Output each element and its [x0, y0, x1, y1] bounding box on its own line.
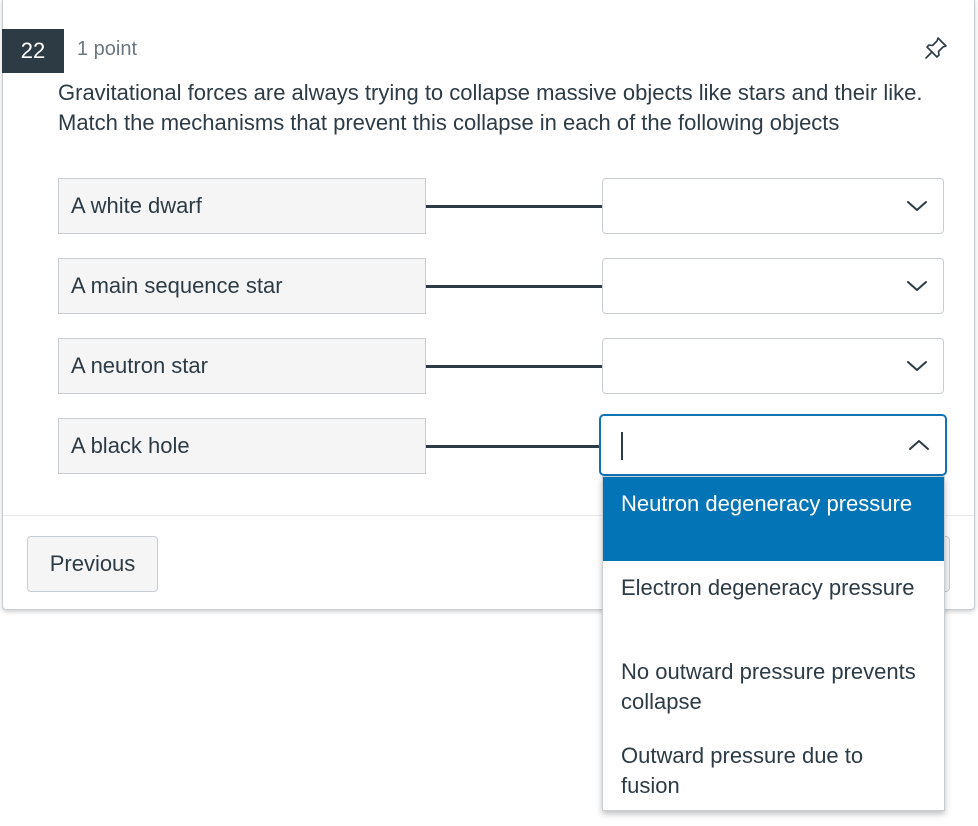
previous-button[interactable]: Previous — [27, 536, 158, 592]
match-select-main-sequence-star[interactable] — [602, 258, 944, 314]
match-connector — [426, 205, 602, 208]
match-select-white-dwarf[interactable] — [602, 178, 944, 234]
match-select-black-hole[interactable] — [599, 414, 947, 476]
match-connector — [426, 285, 602, 288]
dropdown-option-electron-degeneracy[interactable]: Electron degeneracy pressure — [603, 561, 944, 645]
match-term-main-sequence-star: A main sequence star — [58, 258, 426, 314]
pin-icon[interactable] — [922, 34, 950, 62]
dropdown-menu: Neutron degeneracy pressure Electron deg… — [602, 476, 945, 811]
text-caret — [621, 432, 623, 460]
question-prompt: Gravitational forces are always trying t… — [58, 80, 923, 135]
question-points: 1 point — [77, 38, 138, 60]
match-term-black-hole: A black hole — [58, 418, 426, 474]
chevron-down-icon — [907, 201, 927, 211]
match-term-white-dwarf: A white dwarf — [58, 178, 426, 234]
dropdown-option-fusion-pressure[interactable]: Outward pressure due to fusion — [603, 729, 944, 813]
chevron-up-icon — [909, 440, 929, 450]
chevron-down-icon — [907, 361, 927, 371]
match-connector — [426, 365, 602, 368]
match-select-neutron-star[interactable] — [602, 338, 944, 394]
match-term-neutron-star: A neutron star — [58, 338, 426, 394]
dropdown-option-neutron-degeneracy[interactable]: Neutron degeneracy pressure — [603, 477, 944, 561]
dropdown-option-no-outward-pressure[interactable]: No outward pressure prevents collapse — [603, 645, 944, 729]
chevron-down-icon — [907, 281, 927, 291]
match-connector — [426, 445, 602, 448]
question-number-badge: 22 — [2, 29, 64, 73]
